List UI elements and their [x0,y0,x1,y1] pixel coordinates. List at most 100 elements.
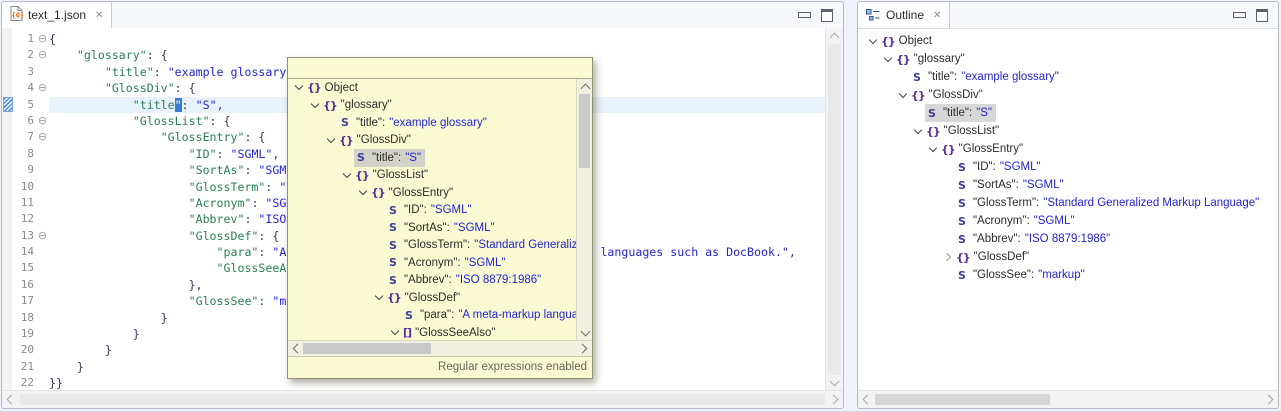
tree-row[interactable]: []"GlossSeeAlso" [288,324,577,341]
editor-vscrollbar[interactable] [825,28,843,391]
chevron-down-icon[interactable] [326,135,334,143]
close-icon[interactable]: ✕ [933,10,941,21]
fold-collapse-icon[interactable]: ⊖ [37,129,48,145]
tree-node[interactable]: S"GlossTerm":"Standard Generalized Marku… [386,237,577,255]
tree-node[interactable]: {}"GlossEntry" [940,140,1027,158]
chevron-down-icon[interactable] [358,187,366,195]
tree-row[interactable]: {}Object [862,32,1276,50]
scroll-up-icon[interactable] [830,33,840,43]
chevron-down-icon[interactable] [928,143,936,151]
expander[interactable] [291,86,306,89]
tree-node[interactable]: {}"GlossDiv" [910,86,987,104]
expander[interactable] [880,58,895,61]
tree-row[interactable]: S"title":"S" [288,149,577,167]
tree-node[interactable]: {}"GlossList" [925,122,1003,140]
expander[interactable] [865,40,880,43]
chevron-down-icon[interactable] [342,170,350,178]
tree-node[interactable]: {}Object [880,32,936,50]
tree-row[interactable]: S"SortAs":"SGML" [288,219,577,237]
scroll-right-icon[interactable] [578,344,588,354]
fold-collapse-icon[interactable]: ⊖ [37,80,48,96]
scroll-down-icon[interactable] [581,327,591,337]
hscroll-thumb[interactable] [875,394,1050,405]
folding-ruler[interactable]: ⊖⊖ ⊖ ⊖⊖ ⊖ [37,28,48,391]
tree-node[interactable]: {}"glossary" [322,97,396,115]
minimize-icon[interactable] [798,12,811,18]
tree-row[interactable]: S"GlossSee":"markup" [862,266,1276,284]
tree-node[interactable]: {}"GlossDiv" [338,132,415,150]
tree-row[interactable]: S"Acronym":"SGML" [862,212,1276,230]
tree-row[interactable]: S"Acronym":"SGML" [288,254,577,272]
maximize-icon[interactable] [821,9,833,22]
tree-node[interactable]: S"Acronym":"SGML" [386,254,509,272]
popup-vscrollbar[interactable] [576,79,592,341]
tree-row[interactable]: {}"GlossDiv" [288,132,577,150]
expander[interactable] [895,94,910,97]
tree-node[interactable]: S"ID":"SGML" [386,202,476,220]
tree-row[interactable]: S"Abbrev":"ISO 8879:1986" [862,230,1276,248]
chevron-down-icon[interactable] [390,327,398,335]
chevron-down-icon[interactable] [294,82,302,90]
tree-node[interactable]: {}"GlossDef" [386,289,464,307]
popup-hscroll-thumb[interactable] [303,343,431,354]
tree-node[interactable]: S"para":"A meta-markup language, used to… [402,307,577,325]
tree-row[interactable]: {}"GlossList" [288,167,577,185]
tree-node[interactable]: S"title":"S" [925,104,996,122]
tree-row[interactable]: {}"GlossDef" [288,289,577,307]
tab-outline[interactable]: Outline ✕ [858,2,950,28]
tree-row[interactable]: {}"GlossEntry" [288,184,577,202]
tree-node[interactable]: {}"GlossDef" [955,248,1033,266]
scroll-right-icon[interactable] [1264,395,1274,405]
expander[interactable] [355,191,370,194]
vscroll-thumb[interactable] [828,44,841,375]
fold-collapse-icon[interactable]: ⊖ [37,228,48,244]
tree-row[interactable]: S"SortAs":"SGML" [862,176,1276,194]
tree-node[interactable]: S"SortAs":"SGML" [386,219,499,237]
tree-node[interactable]: S"GlossTerm":"Standard Generalized Marku… [955,194,1263,212]
outline-tree[interactable]: {}Object{}"glossary"S"title":"example gl… [862,32,1276,390]
minimize-icon[interactable] [1233,12,1246,18]
chevron-down-icon[interactable] [883,53,891,61]
tree-row[interactable]: S"title":"example glossary" [862,68,1276,86]
tree-node[interactable]: {}Object [306,79,362,97]
tree-row[interactable]: S"GlossTerm":"Standard Generalized Marku… [288,237,577,255]
chevron-down-icon[interactable] [868,35,876,43]
expander[interactable] [307,104,322,107]
tree-node[interactable]: S"title":"example glossary" [338,114,491,132]
tree-node[interactable]: S"GlossSee":"markup" [955,266,1089,284]
fold-collapse-icon[interactable]: ⊖ [37,31,48,47]
tree-node[interactable]: {}"glossary" [895,50,969,68]
scroll-left-icon[interactable] [293,344,303,354]
tree-row[interactable]: S"ID":"SGML" [862,158,1276,176]
tree-row[interactable]: {}"glossary" [288,97,577,115]
tree-row[interactable]: {}"GlossList" [862,122,1276,140]
tree-node[interactable]: S"title":"example glossary" [910,68,1063,86]
close-icon[interactable]: ✕ [95,10,103,21]
chevron-down-icon[interactable] [374,292,382,300]
tree-row[interactable]: {}Object [288,79,577,97]
code-line[interactable]: { [49,31,825,47]
scroll-up-icon[interactable] [581,84,591,94]
tree-node[interactable]: S"SortAs":"SGML" [955,176,1068,194]
tree-node[interactable]: {}"GlossList" [354,167,432,185]
tree-node[interactable]: S"Abbrev":"ISO 8879:1986" [386,272,545,290]
tree-row[interactable]: S"title":"example glossary" [288,114,577,132]
chevron-down-icon[interactable] [310,100,318,108]
tree-row[interactable]: {}"GlossDiv" [862,86,1276,104]
tree-node[interactable]: S"title":"S" [354,149,425,167]
tree-row[interactable]: S"GlossTerm":"Standard Generalized Marku… [862,194,1276,212]
scroll-left-icon[interactable] [7,395,17,405]
scroll-right-icon[interactable] [829,395,839,405]
scroll-left-icon[interactable] [863,395,873,405]
expander[interactable] [339,174,354,177]
tree-row[interactable]: {}"GlossEntry" [862,140,1276,158]
tree-node[interactable]: S"Abbrev":"ISO 8879:1986" [955,230,1114,248]
expander[interactable] [323,139,338,142]
popup-vscroll-thumb[interactable] [579,94,590,168]
expander[interactable] [940,254,955,260]
scroll-down-icon[interactable] [830,377,840,387]
expander[interactable] [925,148,940,151]
fold-collapse-icon[interactable]: ⊖ [37,47,48,63]
outline-hscrollbar[interactable] [858,390,1278,408]
tree-row[interactable]: S"Abbrev":"ISO 8879:1986" [288,272,577,290]
